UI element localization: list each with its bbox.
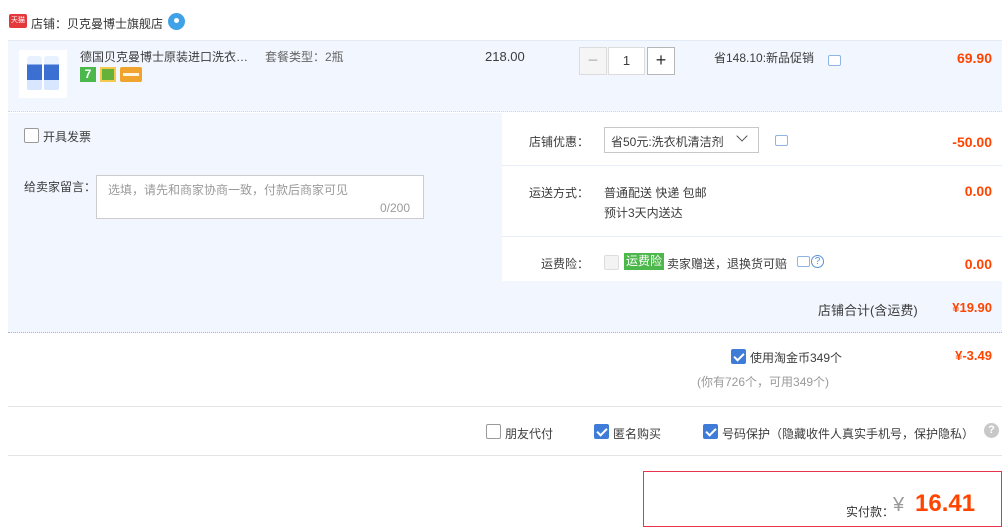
- invoice-label: 开具发票: [43, 130, 92, 144]
- product-title[interactable]: 德国贝克曼博士原装进口洗衣机...: [80, 48, 255, 65]
- promo-text: 省148.10:新品促销: [714, 51, 815, 65]
- insurance-label: 运费险：: [541, 257, 590, 271]
- wangwang-icon[interactable]: [168, 13, 185, 30]
- friend-pay-label: 朋友代付: [505, 427, 554, 441]
- chat-icon[interactable]: [797, 256, 810, 267]
- coins-checkbox[interactable]: [731, 349, 746, 364]
- guarantee-icon[interactable]: [100, 67, 116, 82]
- shop-total-amount: ¥19.90: [952, 300, 992, 315]
- shipping-eta: 预计3天内送达: [604, 206, 683, 220]
- bottle-image: [27, 56, 42, 90]
- coins-available: (你有726个，可用349个): [697, 375, 830, 389]
- shipping-amount: 0.00: [964, 183, 992, 199]
- privacy-label: 号码保护（隐藏收件人真实手机号，保护隐私）: [722, 427, 975, 441]
- quantity-decrease-button[interactable]: −: [579, 47, 607, 75]
- coins-amount: ¥-3.49: [955, 348, 992, 363]
- invoice-checkbox[interactable]: [24, 128, 39, 143]
- help-icon[interactable]: ?: [984, 423, 999, 438]
- discount-selected-value: 省50元:洗衣机清洁剂: [611, 135, 724, 149]
- friend-pay-checkbox[interactable]: [486, 424, 501, 439]
- anonymous-label: 匿名购买: [613, 427, 662, 441]
- insurance-text: 卖家赠送，退换货可赔: [667, 257, 788, 271]
- insurance-tag: 运费险: [624, 253, 665, 270]
- chat-icon[interactable]: [775, 135, 788, 146]
- product-sku: 套餐类型：2瓶: [265, 50, 344, 64]
- message-label: 给卖家留言：: [24, 180, 97, 194]
- shipping-label: 运送方式：: [529, 186, 590, 200]
- payment-label: 实付款：: [846, 505, 895, 519]
- coins-label: 使用淘金币349个: [750, 351, 843, 365]
- order-confirm-page: 天猫 店铺：贝克曼博士旗舰店 德国贝克曼博士原装进口洗衣机... 套餐类型：2瓶…: [0, 0, 1002, 527]
- divider: [502, 165, 1002, 166]
- divider: [8, 406, 1002, 407]
- tmall-icon: 天猫: [9, 14, 27, 28]
- seven-day-return-icon[interactable]: 7: [80, 67, 96, 82]
- help-icon[interactable]: ?: [811, 255, 824, 268]
- currency-symbol: ¥: [893, 494, 905, 516]
- credit-card-icon[interactable]: [120, 67, 142, 82]
- item-subtotal: 69.90: [956, 50, 992, 66]
- payment-amount: 16.41: [915, 490, 976, 517]
- message-counter: 0/200: [380, 201, 411, 215]
- divider: [502, 236, 1002, 237]
- shipping-method: 普通配送 快递 包邮: [604, 186, 707, 200]
- product-thumbnail[interactable]: [19, 50, 67, 98]
- anonymous-checkbox[interactable]: [594, 424, 609, 439]
- insurance-checkbox: [604, 255, 619, 270]
- quantity-increase-button[interactable]: +: [647, 47, 675, 75]
- message-placeholder: 选填，请先和商家协商一致，付款后商家可见: [108, 183, 349, 197]
- chat-icon[interactable]: [828, 55, 841, 66]
- bottle-image: [44, 56, 59, 90]
- privacy-checkbox[interactable]: [703, 424, 718, 439]
- divider: [8, 455, 1002, 456]
- quantity-input[interactable]: 1: [608, 47, 645, 75]
- discount-label: 店铺优惠：: [529, 135, 590, 149]
- shop-name[interactable]: 店铺：贝克曼博士旗舰店: [31, 15, 163, 32]
- discount-amount: -50.00: [952, 134, 992, 150]
- unit-price: 218.00: [485, 49, 525, 64]
- insurance-amount: 0.00: [964, 256, 992, 272]
